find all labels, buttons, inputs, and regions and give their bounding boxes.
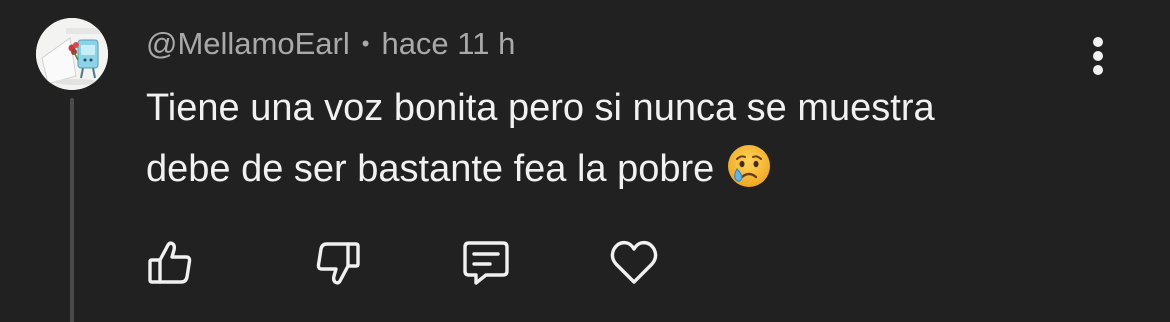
dislike-button[interactable] [310, 234, 366, 292]
comment-text-line-1: Tiene una voz bonita pero si nunca se mu… [146, 87, 935, 129]
comment-text-line-2-content: debe de ser bastante fea la pobre [146, 148, 715, 190]
thumbs-up-icon [148, 241, 192, 284]
avatar[interactable] [36, 18, 108, 90]
more-options-button[interactable] [1078, 30, 1118, 82]
heart-icon [610, 240, 658, 284]
heart-button[interactable] [606, 234, 662, 292]
comment-text-line-2: debe de ser bastante fea la pobre [146, 139, 1086, 200]
meta-separator: • [361, 31, 370, 56]
like-button[interactable] [142, 234, 198, 292]
more-vert-icon [1093, 37, 1103, 75]
comment-card: @MellamoEarl • hace 11 h Tiene una voz b… [0, 0, 1170, 322]
crying-face-emoji [726, 143, 772, 189]
thread-line [70, 98, 74, 322]
comment-timestamp[interactable]: hace 11 h [381, 26, 515, 62]
reply-button[interactable] [458, 234, 514, 292]
reply-comment-icon [463, 241, 509, 285]
author-name[interactable]: @MellamoEarl [146, 26, 350, 62]
thumbs-down-icon [316, 242, 360, 285]
avatar-image [36, 18, 108, 90]
comment-text: Tiene una voz bonita pero si nunca se mu… [146, 78, 1086, 200]
comment-meta: @MellamoEarl • hace 11 h [146, 24, 515, 64]
